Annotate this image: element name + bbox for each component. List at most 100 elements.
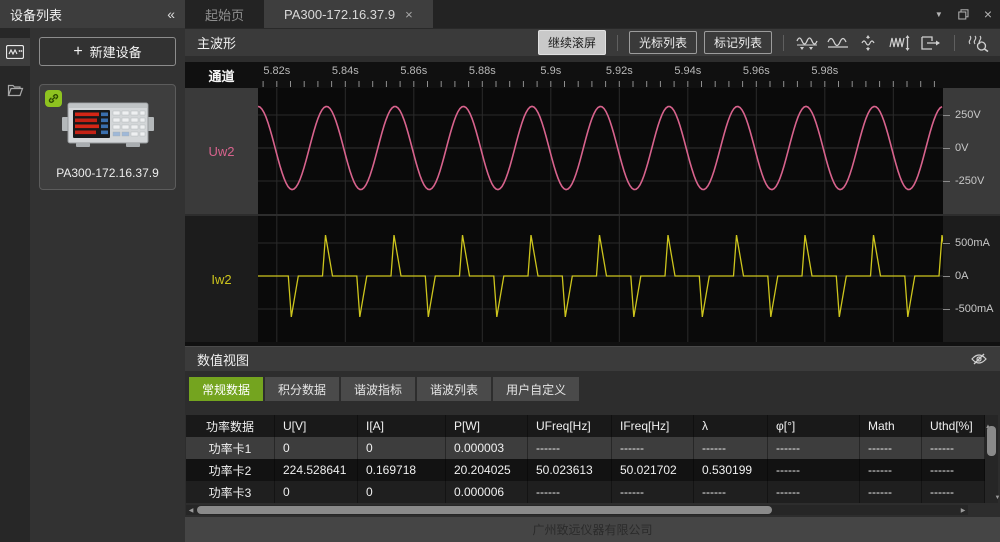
device-name: PA300-172.16.37.9 xyxy=(56,166,159,180)
channel-scale-uw2: 250V 0V -250V xyxy=(943,88,1000,214)
marker-list-button[interactable]: 标记列表 xyxy=(703,31,772,54)
scale-tick-label: -500mA xyxy=(955,303,994,315)
scale-tick-mark xyxy=(943,309,950,310)
folder-icon[interactable] xyxy=(0,76,30,104)
new-device-button[interactable]: + 新建设备 xyxy=(39,37,176,66)
table-cell: ------ xyxy=(860,481,922,503)
table-cell: 0 xyxy=(275,481,358,503)
time-ruler-ticks xyxy=(262,81,935,87)
table-cell: 50.023613 xyxy=(528,459,612,481)
numeric-view-title: 数值视图 xyxy=(197,352,250,368)
column-header[interactable]: I[A] xyxy=(358,415,446,437)
time-tick-label: 5.86s xyxy=(400,65,428,77)
window-close-icon[interactable]: × xyxy=(984,6,992,22)
numeric-tab-谐波列表[interactable]: 谐波列表 xyxy=(417,377,492,401)
table-row-功率卡3[interactable]: 功率卡3 0 0 0.000006 ------ ------ ------ ------ --… xyxy=(186,481,985,503)
numeric-tab-常规数据[interactable]: 常规数据 xyxy=(189,377,264,401)
column-header[interactable]: UFreq[Hz] xyxy=(528,415,612,437)
time-ruler: 通道 5.82s 5.84s 5.86s 5.88s 5.9s 5.92s 5.94s 5.9… xyxy=(185,62,1000,88)
column-header[interactable]: P[W] xyxy=(446,415,528,437)
numeric-tab-用户自定义[interactable]: 用户自定义 xyxy=(493,377,580,401)
device-card[interactable]: PA300-172.16.37.9 xyxy=(39,84,176,190)
channel-plot-uw2[interactable] xyxy=(257,88,943,214)
waveform-panel-title: 主波形 xyxy=(197,36,237,51)
horizontal-scrollbar[interactable]: ◀ ▶ xyxy=(186,505,968,515)
column-header[interactable]: φ[°] xyxy=(768,415,860,437)
table-cell: 功率卡2 xyxy=(186,459,275,481)
table-cell: ------ xyxy=(922,459,985,481)
table-cell: ------ xyxy=(528,437,612,459)
collapse-sidebar-icon[interactable]: « xyxy=(167,6,175,22)
scale-tick-mark xyxy=(943,115,950,116)
continue-scroll-button[interactable]: 继续滚屏 xyxy=(537,30,606,55)
table-row-功率卡1[interactable]: 功率卡1 0 0 0.000003 ------ ------ ------ ------ --… xyxy=(186,437,985,459)
time-tick-label: 5.92s xyxy=(605,65,633,77)
tab-start-page[interactable]: 起始页 xyxy=(185,0,264,28)
tab-close-icon[interactable]: × xyxy=(405,7,413,22)
column-header[interactable]: Uthd[%] xyxy=(922,415,985,437)
table-row-功率卡2[interactable]: 功率卡2 224.528641 0.169718 20.204025 50.023613… xyxy=(186,459,985,481)
new-device-label: 新建设备 xyxy=(89,45,142,60)
waveform-toolbar: 主波形 继续滚屏 光标列表 标记列表 xyxy=(185,28,1000,56)
scale-tick-mark xyxy=(943,276,950,277)
wave-fit-vertical-icon[interactable] xyxy=(857,34,881,52)
cursor-list-button[interactable]: 光标列表 xyxy=(628,31,697,54)
time-tick-label: 5.98s xyxy=(811,65,839,77)
table-cell: 0 xyxy=(358,437,446,459)
channel-plot-iw2[interactable] xyxy=(258,216,950,342)
table-cell: 功率卡3 xyxy=(186,481,275,503)
power-data-table: 功率数据 U[V] I[A] P[W] UFreq[Hz] IFreq[Hz] λ φ[°] M… xyxy=(186,415,985,503)
device-list-header: 设备列表 « xyxy=(0,0,185,28)
column-header[interactable]: λ xyxy=(694,415,768,437)
table-cell: 0.000006 xyxy=(446,481,528,503)
table-cell: ------ xyxy=(528,481,612,503)
vertical-scrollbar-thumb[interactable] xyxy=(987,426,996,456)
table-cell: ------ xyxy=(922,437,985,459)
numeric-tab-谐波指标[interactable]: 谐波指标 xyxy=(341,377,416,401)
table-cell: ------ xyxy=(612,481,694,503)
wave-compress-horizontal-icon[interactable] xyxy=(888,34,912,52)
column-header[interactable]: U[V] xyxy=(275,415,358,437)
toolbar-separator xyxy=(616,34,618,51)
table-cell: 0 xyxy=(275,437,358,459)
window-restore-icon[interactable] xyxy=(958,8,969,20)
scroll-left-arrow[interactable]: ◀ xyxy=(186,507,196,514)
table-cell: 50.021702 xyxy=(612,459,694,481)
horizontal-scrollbar-thumb[interactable] xyxy=(197,506,772,514)
table-cell: ------ xyxy=(768,481,860,503)
export-icon[interactable] xyxy=(919,34,943,52)
column-header[interactable]: IFreq[Hz] xyxy=(612,415,694,437)
column-header[interactable]: 功率数据 xyxy=(186,415,275,437)
waveform-monitor-icon[interactable] xyxy=(0,38,30,66)
table-cell: 0.530199 xyxy=(694,459,768,481)
vertical-scrollbar[interactable]: ▲ ▼ xyxy=(985,415,1000,503)
window-menu-dropdown-icon[interactable]: ▼ xyxy=(935,10,943,19)
channel-row-uw2: Uw2 250V 0V -250V xyxy=(185,88,1000,214)
scroll-down-arrow[interactable]: ▼ xyxy=(991,493,1000,503)
wave-view-icon[interactable] xyxy=(826,34,850,52)
numeric-view-tabs: 常规数据 积分数据 谐波指标 谐波列表 用户自定义 xyxy=(189,377,580,401)
table-header-row: 功率数据 U[V] I[A] P[W] UFreq[Hz] IFreq[Hz] λ φ[°] M… xyxy=(186,415,985,437)
scale-tick-label: 0V xyxy=(955,142,969,154)
scale-tick-label: -250V xyxy=(955,175,985,187)
scroll-right-arrow[interactable]: ▶ xyxy=(958,507,968,514)
toolbar-separator xyxy=(954,34,955,51)
wave-cursor-measure-icon[interactable] xyxy=(795,34,819,52)
table-cell: ------ xyxy=(612,437,694,459)
scale-tick-mark xyxy=(943,148,950,149)
scale-tick-label: 500mA xyxy=(955,237,990,249)
channel-scale-iw2: 500mA 0A -500mA xyxy=(943,216,1000,342)
table-cell: 0 xyxy=(358,481,446,503)
tab-device-pa300[interactable]: PA300-172.16.37.9 × xyxy=(264,0,433,28)
table-cell: 功率卡1 xyxy=(186,437,275,459)
device-list-panel: 设备列表 « + 新建设备 PA300-172.16.37.9 xyxy=(0,0,185,542)
hide-panel-eye-icon[interactable] xyxy=(970,352,988,366)
channel-label-uw2[interactable]: Uw2 xyxy=(185,88,258,214)
time-tick-label: 5.82s xyxy=(263,65,291,77)
window-controls: ▼ × xyxy=(935,0,992,28)
numeric-tab-积分数据[interactable]: 积分数据 xyxy=(265,377,340,401)
column-header[interactable]: Math xyxy=(860,415,922,437)
table-cell: ------ xyxy=(860,459,922,481)
channel-label-iw2[interactable]: Iw2 xyxy=(185,216,258,342)
wave-zoom-icon[interactable] xyxy=(966,34,990,52)
